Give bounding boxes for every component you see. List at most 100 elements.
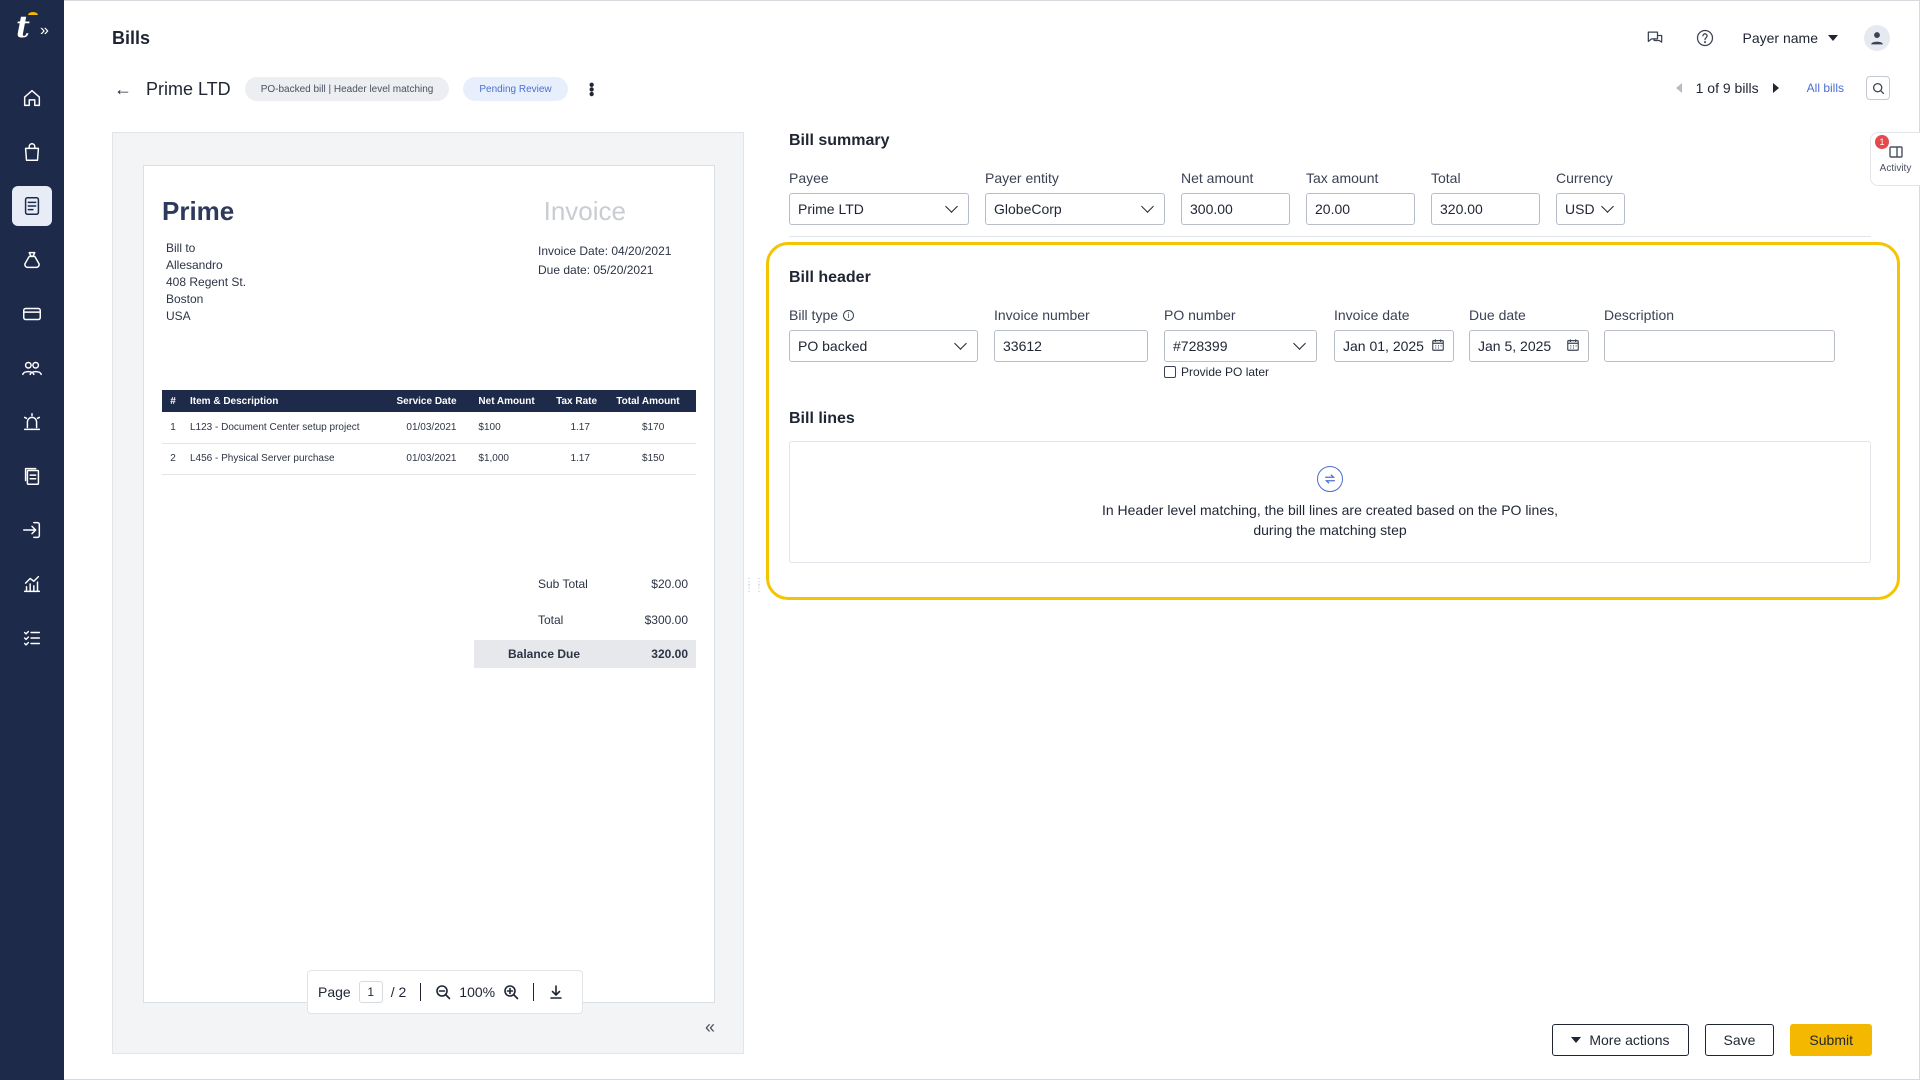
total-input[interactable]: 320.00 <box>1431 193 1540 225</box>
payee-label: Payee <box>789 170 829 186</box>
more-actions-label: More actions <box>1589 1032 1670 1048</box>
description-field: Description <box>1604 306 1835 362</box>
next-bill-icon[interactable] <box>1772 83 1779 93</box>
payer-menu[interactable]: Payer name <box>1743 30 1838 46</box>
invoice-title: Invoice <box>543 196 626 226</box>
net-amount-input[interactable]: 300.00 <box>1181 193 1290 225</box>
provide-po-later-checkbox[interactable]: Provide PO later <box>1164 365 1269 379</box>
invoice-date-field: Invoice date Jan 01, 2025 <box>1334 306 1454 362</box>
shopping-bag-icon[interactable] <box>12 132 52 172</box>
bill-summary-title: Bill summary <box>789 132 890 149</box>
card-icon[interactable] <box>12 294 52 334</box>
table-cell: 01/03/2021 <box>390 412 473 444</box>
due-date-input[interactable]: Jan 5, 2025 <box>1469 330 1589 362</box>
zoom-in-icon[interactable] <box>503 984 519 1000</box>
chat-icon[interactable] <box>1643 26 1667 50</box>
alarm-icon[interactable] <box>12 402 52 442</box>
currency-select[interactable]: USD <box>1556 193 1625 225</box>
po-number-label: PO number <box>1164 307 1236 323</box>
activity-count-badge: 1 <box>1875 135 1889 149</box>
checkbox-box[interactable] <box>1164 366 1176 378</box>
invoice-date-text: Invoice Date: 04/20/2021 <box>538 244 672 258</box>
search-button[interactable] <box>1866 76 1890 100</box>
due-date-text: Due date: 05/20/2021 <box>538 263 654 277</box>
money-bag-icon[interactable] <box>12 240 52 280</box>
bill-to-line: Allesandro <box>166 258 223 272</box>
toolbar-divider <box>420 983 422 1001</box>
users-icon[interactable] <box>12 348 52 388</box>
payer-entity-field: Payer entity GlobeCorp <box>985 169 1165 225</box>
subtotal-value: $20.00 <box>651 577 688 591</box>
back-arrow-icon[interactable]: ← <box>114 79 132 100</box>
chevron-down-icon <box>1293 337 1306 350</box>
home-icon[interactable] <box>12 78 52 118</box>
bill-header-row: ← Prime LTD PO-backed bill | Header leve… <box>114 76 600 102</box>
chevron-down-icon <box>954 337 967 350</box>
all-bills-link[interactable]: All bills <box>1807 81 1844 95</box>
table-row: 1 L123 - Document Center setup project 0… <box>162 412 696 444</box>
expand-sidebar-icon[interactable]: » <box>40 22 49 40</box>
side-panel-icon <box>1888 146 1903 158</box>
column-header: Service Date <box>390 390 473 412</box>
tax-amount-field: Tax amount 20.00 <box>1306 169 1415 225</box>
page-input[interactable]: 1 <box>358 981 383 1003</box>
save-button[interactable]: Save <box>1704 1024 1775 1056</box>
activity-panel-toggle[interactable]: 1 Activity <box>1870 132 1920 186</box>
invoice-date-input[interactable]: Jan 01, 2025 <box>1334 330 1454 362</box>
balance-value: 320.00 <box>651 647 688 661</box>
tipalti-logo[interactable]: t» <box>14 10 54 50</box>
po-number-select[interactable]: #728399 <box>1164 330 1317 362</box>
invoice-brand: Prime <box>162 196 235 226</box>
column-header: # <box>162 390 184 412</box>
calendar-icon[interactable] <box>1566 338 1580 355</box>
invoice-preview-pane: Prime Invoice Bill to Allesandro 408 Reg… <box>112 132 744 1054</box>
tax-amount-input[interactable]: 20.00 <box>1306 193 1415 225</box>
table-cell: $150 <box>610 443 696 475</box>
bill-to-line: Bill to <box>166 241 196 255</box>
payer-name: Payer name <box>1742 30 1818 46</box>
checklist-icon[interactable] <box>12 618 52 658</box>
description-input[interactable] <box>1604 330 1835 362</box>
invoice-totals: Sub Total $20.00 Total $300.00 Balance Due… <box>474 566 696 668</box>
invoice-number-input[interactable]: 33612 <box>994 330 1148 362</box>
help-icon[interactable] <box>1693 26 1717 50</box>
info-icon[interactable]: i <box>843 309 855 321</box>
message-line: In Header level matching, the bill lines… <box>1101 502 1559 518</box>
subtotal-label: Sub Total <box>538 577 588 591</box>
bill-header-title: Bill header <box>789 269 871 286</box>
zoom-out-icon[interactable] <box>435 984 451 1000</box>
resize-handle[interactable]: ⋮⋮ ⋮⋮ <box>744 578 764 602</box>
reports-icon[interactable] <box>12 564 52 604</box>
more-actions-button[interactable]: More actions <box>1552 1024 1689 1056</box>
previous-bill-icon[interactable] <box>1675 83 1682 93</box>
user-icon <box>1871 32 1883 45</box>
payer-entity-select[interactable]: GlobeCorp <box>985 193 1165 225</box>
table-row: 2 L456 - Physical Server purchase 01/03/… <box>162 443 696 475</box>
chevron-down-icon <box>945 200 958 213</box>
provide-po-later-label: Provide PO later <box>1181 365 1270 379</box>
payee-select[interactable]: Prime LTD <box>789 193 969 225</box>
po-number-value: #728399 <box>1173 338 1228 354</box>
bill-type-label: Bill type <box>789 307 839 323</box>
bill-to-line: USA <box>166 309 191 323</box>
collapse-preview-icon[interactable]: « <box>705 1017 715 1038</box>
calendar-icon[interactable] <box>1431 338 1445 355</box>
column-header: Net Amount <box>472 390 551 412</box>
section-divider <box>789 236 1871 237</box>
download-icon[interactable] <box>548 984 564 1000</box>
table-cell: 1 <box>162 412 184 444</box>
vendor-name: Prime LTD <box>146 78 231 99</box>
submit-button[interactable]: Submit <box>1790 1024 1872 1056</box>
total-amount-value: 320.00 <box>1440 201 1483 217</box>
more-options-icon[interactable]: ••• <box>582 82 600 96</box>
documents-icon[interactable] <box>12 456 52 496</box>
bills-icon[interactable] <box>12 186 52 226</box>
bill-type-select[interactable]: PO backed <box>789 330 978 362</box>
chevron-down-icon <box>1601 200 1614 213</box>
caret-down-icon <box>1571 1037 1582 1043</box>
import-icon[interactable] <box>12 510 52 550</box>
invoice-number-value: 33612 <box>1003 338 1042 354</box>
total-value: $300.00 <box>644 613 688 627</box>
status-badge: Pending Review <box>463 77 568 101</box>
user-avatar[interactable] <box>1864 25 1890 51</box>
